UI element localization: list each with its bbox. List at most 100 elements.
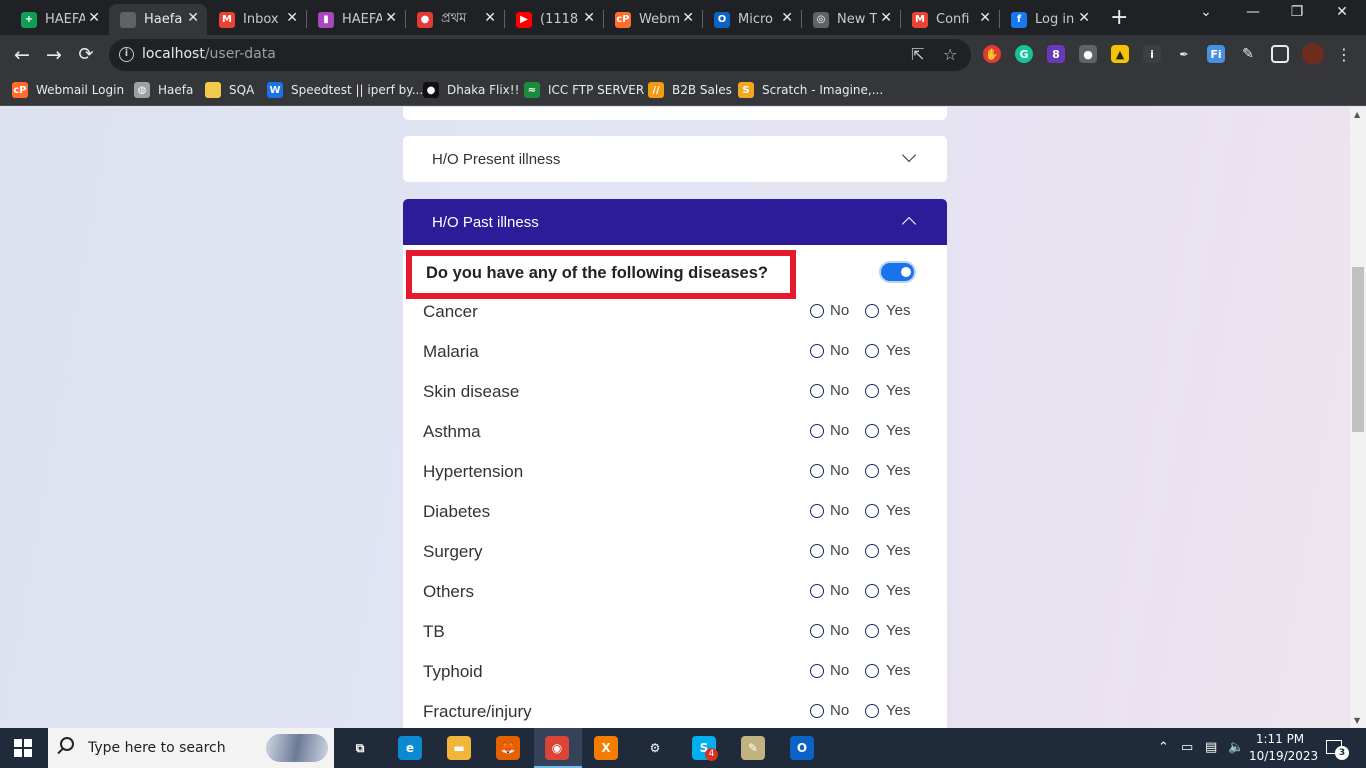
radio-no[interactable] (810, 704, 824, 718)
network-icon[interactable]: ▤ (1205, 740, 1217, 755)
system-clock[interactable]: 1:11 PM 10/19/2023 (1249, 731, 1318, 765)
radio-no-label[interactable]: No (830, 422, 849, 439)
close-tab-icon[interactable]: ✕ (880, 10, 892, 26)
browser-tab[interactable]: ▮ HAEFA ✕ (307, 4, 405, 35)
volume-icon[interactable]: 🔈 (1228, 740, 1244, 755)
radio-no[interactable] (810, 344, 824, 358)
tab-search-icon[interactable]: ⌄ (1196, 4, 1216, 20)
close-tab-icon[interactable]: ✕ (781, 10, 793, 26)
back-icon[interactable]: ← (10, 43, 34, 67)
radio-yes[interactable] (865, 624, 879, 638)
bookmark-item[interactable]: W Speedtest || iperf by... (267, 82, 423, 98)
notepad-icon[interactable]: ✎ (741, 736, 765, 760)
radio-no-label[interactable]: No (830, 582, 849, 599)
radio-no-label[interactable]: No (830, 302, 849, 319)
minimize-icon[interactable]: — (1243, 4, 1263, 20)
settings-icon[interactable]: ⚙ (643, 736, 667, 760)
browser-tab[interactable]: M Confi ✕ (901, 4, 999, 35)
chrome-icon[interactable]: ◉ (545, 736, 569, 760)
bookmark-star-icon[interactable]: ☆ (943, 45, 957, 64)
radio-yes[interactable] (865, 544, 879, 558)
close-tab-icon[interactable]: ✕ (88, 10, 100, 26)
bookmark-item[interactable]: ≈ ICC FTP SERVER (524, 82, 644, 98)
radio-no-label[interactable]: No (830, 702, 849, 719)
browser-tab[interactable]: ● প্রথম ✕ (406, 4, 504, 35)
radio-yes-label[interactable]: Yes (886, 622, 910, 639)
browser-tab[interactable]: ▶ (1118 ✕ (505, 4, 603, 35)
radio-yes[interactable] (865, 384, 879, 398)
close-tab-icon[interactable]: ✕ (979, 10, 991, 26)
radio-no[interactable] (810, 384, 824, 398)
new-tab-icon[interactable]: + (1110, 5, 1128, 30)
site-info-icon[interactable]: i (119, 47, 134, 62)
radio-no-label[interactable]: No (830, 462, 849, 479)
radio-no[interactable] (810, 624, 824, 638)
extensions-puzzle-icon[interactable]: ✎ (1239, 45, 1257, 63)
bookmark-item[interactable]: S Scratch - Imagine,... (738, 82, 883, 98)
radio-no[interactable] (810, 464, 824, 478)
adblock-extension-icon[interactable]: ✋ (983, 45, 1001, 63)
radio-yes-label[interactable]: Yes (886, 342, 910, 359)
accordion-present-illness[interactable]: H/O Present illness (403, 136, 947, 182)
radio-yes[interactable] (865, 464, 879, 478)
radio-yes[interactable] (865, 504, 879, 518)
show-hidden-icons-icon[interactable]: ⌃ (1158, 740, 1169, 755)
browser-tab[interactable]: Haefa ✕ (109, 4, 207, 35)
close-tab-icon[interactable]: ✕ (286, 10, 298, 26)
close-tab-icon[interactable]: ✕ (583, 10, 595, 26)
close-tab-icon[interactable]: ✕ (484, 10, 496, 26)
radio-yes[interactable] (865, 664, 879, 678)
camera-extension-icon[interactable]: ● (1079, 45, 1097, 63)
battery-icon[interactable]: ▭ (1181, 740, 1193, 755)
browser-tab[interactable]: ◎ New T ✕ (802, 4, 900, 35)
radio-yes-label[interactable]: Yes (886, 582, 910, 599)
maximize-icon[interactable]: ❐ (1287, 4, 1307, 20)
close-tab-icon[interactable]: ✕ (1078, 10, 1090, 26)
grammarly-extension-icon[interactable]: G (1015, 45, 1033, 63)
file-explorer-icon[interactable]: ▬ (447, 736, 471, 760)
info-extension-icon[interactable]: i (1143, 45, 1161, 63)
radio-no-label[interactable]: No (830, 542, 849, 559)
browser-tab[interactable]: + HAEFA ✕ (10, 4, 108, 35)
share-icon[interactable]: ⇱ (911, 45, 924, 64)
radio-no-label[interactable]: No (830, 502, 849, 519)
address-bar[interactable]: i localhost/user-data ⇱ ☆ (109, 39, 971, 71)
reload-icon[interactable]: ⟳ (74, 43, 98, 67)
accordion-past-illness[interactable]: H/O Past illness (403, 199, 947, 245)
radio-no[interactable] (810, 304, 824, 318)
radio-yes-label[interactable]: Yes (886, 302, 910, 319)
outlook-icon[interactable]: O (790, 736, 814, 760)
warning-extension-icon[interactable]: ▲ (1111, 45, 1129, 63)
side-panel-icon[interactable] (1271, 45, 1289, 63)
radio-no-label[interactable]: No (830, 622, 849, 639)
address-url[interactable]: localhost/user-data (142, 46, 276, 62)
xampp-icon[interactable]: X (594, 736, 618, 760)
radio-no-label[interactable]: No (830, 382, 849, 399)
chrome-menu-icon[interactable]: ⋮ (1332, 43, 1356, 67)
bookmark-item[interactable]: cP Webmail Login (12, 82, 124, 98)
radio-yes[interactable] (865, 344, 879, 358)
radio-no[interactable] (810, 504, 824, 518)
extension-badge-icon[interactable]: 8 (1047, 45, 1065, 63)
radio-yes-label[interactable]: Yes (886, 502, 910, 519)
bookmark-item[interactable]: // B2B Sales (648, 82, 732, 98)
close-tab-icon[interactable]: ✕ (187, 10, 199, 26)
radio-yes-label[interactable]: Yes (886, 422, 910, 439)
window-close-icon[interactable]: ✕ (1332, 4, 1352, 20)
close-tab-icon[interactable]: ✕ (385, 10, 397, 26)
diseases-toggle-switch[interactable] (881, 263, 914, 281)
radio-yes-label[interactable]: Yes (886, 462, 910, 479)
edge-icon[interactable]: e (398, 736, 422, 760)
bookmark-item[interactable]: ◍ Haefa (134, 82, 193, 98)
radio-no-label[interactable]: No (830, 662, 849, 679)
radio-yes-label[interactable]: Yes (886, 702, 910, 719)
browser-tab[interactable]: M Inbox ✕ (208, 4, 306, 35)
scrollbar-thumb[interactable] (1352, 267, 1364, 432)
task-view-icon[interactable]: ⧉ (348, 736, 372, 760)
browser-tab[interactable]: f Log in ✕ (1000, 4, 1098, 35)
forward-icon[interactable]: → (42, 43, 66, 67)
notification-center-icon[interactable]: 3 (1324, 738, 1349, 760)
page-scrollbar[interactable]: ▲ ▼ (1350, 107, 1366, 728)
eyedropper-extension-icon[interactable]: ✒ (1175, 45, 1193, 63)
radio-yes[interactable] (865, 704, 879, 718)
